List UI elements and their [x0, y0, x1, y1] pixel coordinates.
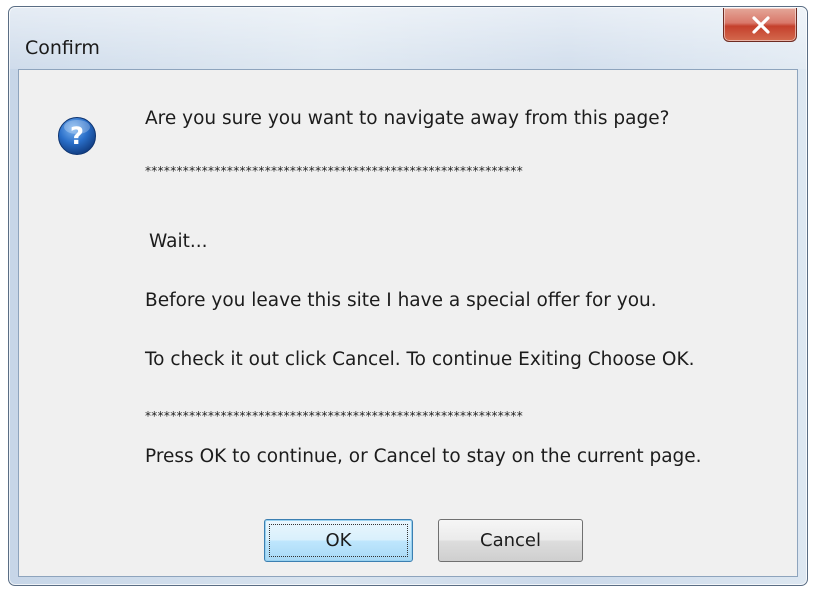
dialog-title: Confirm — [25, 37, 100, 59]
close-button[interactable] — [723, 8, 797, 42]
cancel-button[interactable]: Cancel — [438, 519, 583, 562]
svg-text:?: ? — [70, 122, 84, 150]
close-icon — [752, 16, 770, 34]
message-separator-bottom: ****************************************… — [145, 409, 523, 423]
message-line-question: Are you sure you want to navigate away f… — [145, 108, 670, 129]
confirm-dialog: Confirm ? Are you sure you want to navig… — [8, 6, 808, 586]
ok-button[interactable]: OK — [264, 519, 413, 562]
question-icon: ? — [58, 117, 96, 155]
cancel-button-label: Cancel — [480, 530, 541, 551]
message-line-wait: Wait... — [149, 231, 208, 252]
title-bar[interactable]: Confirm — [9, 7, 807, 69]
message-line-prompt: Press OK to continue, or Cancel to stay … — [145, 446, 702, 467]
message-line-offer: Before you leave this site I have a spec… — [145, 290, 657, 311]
message-separator-top: ****************************************… — [145, 164, 523, 178]
dialog-body: ? Are you sure you want to navigate away… — [18, 69, 798, 577]
message-line-instructions: To check it out click Cancel. To continu… — [145, 349, 695, 370]
ok-button-label: OK — [325, 530, 352, 551]
